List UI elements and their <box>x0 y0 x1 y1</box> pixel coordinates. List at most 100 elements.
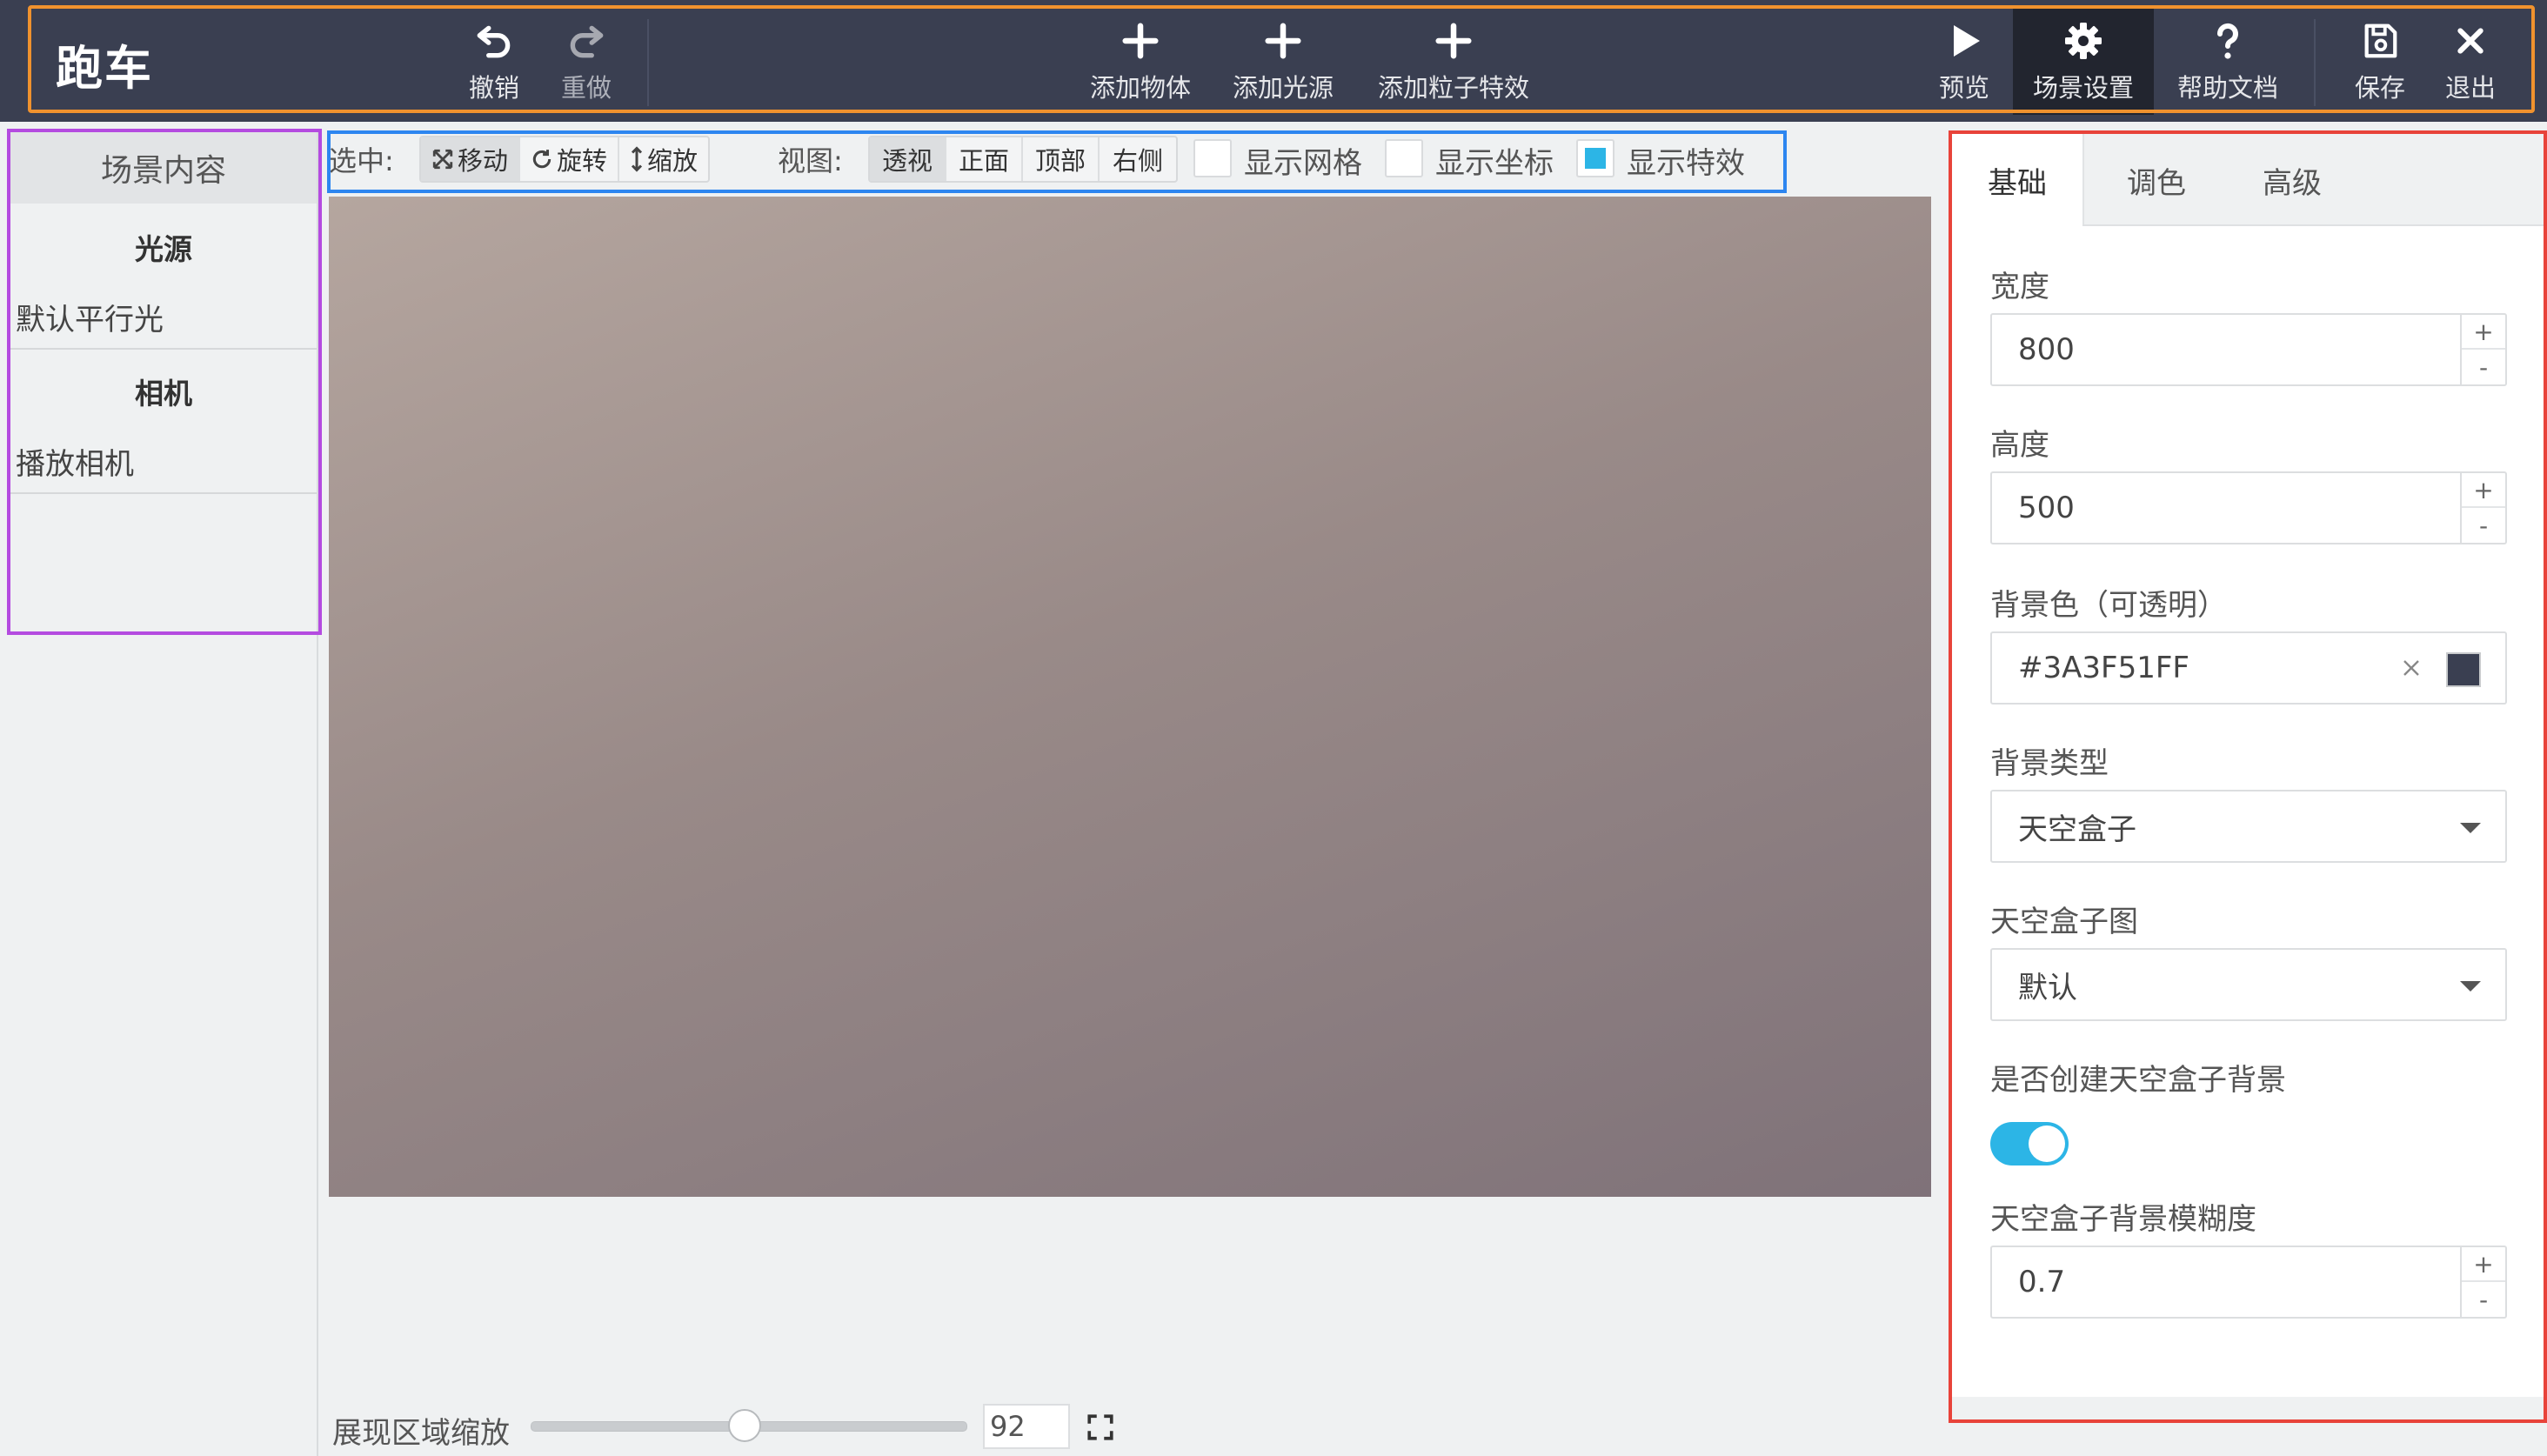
redo-label: 重做 <box>560 73 612 103</box>
width-input[interactable]: 800 + - <box>1990 313 2507 386</box>
bg-type-select[interactable]: 天空盒子 <box>1990 790 2507 863</box>
rotate-mode-label: 旋转 <box>557 146 608 176</box>
group-lights: 光源 <box>135 232 192 266</box>
view-label: 视图: <box>778 144 843 177</box>
bg-color-input[interactable]: #3A3F51FF <box>1990 631 2507 705</box>
skybox-image-value: 默认 <box>2018 970 2077 1005</box>
toolbar-divider <box>647 19 649 106</box>
zoom-label: 展现区域缩放 <box>332 1416 510 1451</box>
plus-icon <box>1265 23 1301 59</box>
color-swatch[interactable] <box>2446 652 2481 687</box>
width-value: 800 <box>2018 332 2075 367</box>
skybox-blur-input[interactable]: 0.7 + - <box>1990 1246 2507 1319</box>
settings-tabs: 基础 调色 高级 <box>1952 134 2544 226</box>
bg-type-label: 背景类型 <box>1990 746 2109 781</box>
save-button[interactable]: 保存 <box>2345 14 2415 110</box>
tab-basic[interactable]: 基础 <box>1952 134 2084 226</box>
toggle-knob <box>2029 1125 2065 1162</box>
show-grid-checkbox[interactable] <box>1193 139 1232 177</box>
app-title: 跑车 <box>56 41 153 96</box>
height-input[interactable]: 500 + - <box>1990 471 2507 544</box>
divider <box>10 348 317 350</box>
zoom-slider-thumb[interactable] <box>728 1409 761 1442</box>
show-effects-label: 显示特效 <box>1627 146 1745 181</box>
play-icon <box>1954 25 1980 57</box>
scene-item-play-camera[interactable]: 播放相机 <box>16 440 311 483</box>
add-object-label: 添加物体 <box>1089 73 1191 103</box>
save-label: 保存 <box>2354 73 2405 103</box>
height-stepper: + - <box>2460 473 2505 543</box>
gear-icon <box>2065 23 2102 59</box>
height-decrement-button[interactable]: - <box>2462 508 2505 543</box>
add-particle-button[interactable]: 添加粒子特效 <box>1371 14 1536 110</box>
add-object-button[interactable]: 添加物体 <box>1084 14 1197 110</box>
question-icon <box>2216 23 2238 59</box>
skybox-blur-label: 天空盒子背景模糊度 <box>1990 1202 2256 1237</box>
exit-button[interactable]: 退出 <box>2436 14 2505 110</box>
width-decrement-button[interactable]: - <box>2462 350 2505 384</box>
toolbar-divider <box>2314 19 2316 106</box>
bg-color-label: 背景色（可透明） <box>1990 588 2227 623</box>
bg-type-value: 天空盒子 <box>2018 811 2136 847</box>
bg-color-value: #3A3F51FF <box>2018 651 2189 685</box>
height-increment-button[interactable]: + <box>2462 473 2505 508</box>
select-mode-label: 选中: <box>329 144 394 177</box>
scene-settings-panel: 基础 调色 高级 宽度 800 + - 高度 500 + - 背景色（可透明） … <box>1952 134 2544 1419</box>
tab-advanced[interactable]: 高级 <box>2227 134 2357 226</box>
preview-label: 预览 <box>1938 73 1989 103</box>
resize-vertical-icon <box>631 146 643 172</box>
close-icon <box>2457 28 2483 54</box>
add-light-button[interactable]: 添加光源 <box>1227 14 1340 110</box>
view-front-button[interactable]: 正面 <box>946 137 1023 181</box>
scene-settings-label: 场景设置 <box>2032 73 2134 103</box>
skybox-blur-value: 0.7 <box>2018 1265 2066 1299</box>
skybox-blur-stepper: + - <box>2460 1247 2505 1317</box>
scene-content-panel: 场景内容 光源 默认平行光 相机 播放相机 <box>0 130 318 1456</box>
clear-color-button[interactable] <box>2397 654 2425 685</box>
help-button[interactable]: 帮助文档 <box>2171 14 2284 110</box>
add-light-label: 添加光源 <box>1232 73 1334 103</box>
rotate-mode-button[interactable]: 旋转 <box>520 137 620 181</box>
scale-mode-button[interactable]: 缩放 <box>619 137 708 181</box>
scene-item-default-light[interactable]: 默认平行光 <box>16 296 311 338</box>
skybox-image-select[interactable]: 默认 <box>1990 948 2507 1021</box>
divider <box>10 492 317 494</box>
zoom-value-input[interactable]: 92 <box>983 1404 1070 1449</box>
redo-button[interactable]: 重做 <box>552 14 621 110</box>
redo-icon <box>570 25 604 58</box>
zoom-value: 92 <box>990 1410 1026 1443</box>
undo-icon <box>477 25 511 58</box>
chevron-down-icon <box>2460 823 2481 833</box>
fullscreen-icon <box>1087 1414 1113 1440</box>
preview-button[interactable]: 预览 <box>1929 14 1999 110</box>
help-label: 帮助文档 <box>2176 73 2278 103</box>
show-axes-checkbox[interactable] <box>1385 139 1423 177</box>
view-right-button[interactable]: 右侧 <box>1100 137 1176 181</box>
transform-mode-group: 移动 旋转 缩放 <box>419 136 711 183</box>
chevron-down-icon <box>2460 981 2481 992</box>
fullscreen-button[interactable] <box>1086 1413 1115 1446</box>
width-increment-button[interactable]: + <box>2462 315 2505 350</box>
view-top-button[interactable]: 顶部 <box>1023 137 1100 181</box>
height-value: 500 <box>2018 491 2075 525</box>
blur-decrement-button[interactable]: - <box>2462 1282 2505 1317</box>
move-mode-button[interactable]: 移动 <box>421 137 521 181</box>
create-skybox-bg-toggle[interactable] <box>1990 1122 2069 1165</box>
save-icon <box>2364 23 2397 58</box>
width-stepper: + - <box>2460 315 2505 384</box>
group-cameras: 相机 <box>135 377 192 411</box>
undo-label: 撤销 <box>468 73 519 103</box>
undo-button[interactable]: 撤销 <box>459 14 529 110</box>
blur-increment-button[interactable]: + <box>2462 1247 2505 1282</box>
move-icon <box>432 149 453 170</box>
scene-settings-button[interactable]: 场景设置 <box>2018 14 2149 110</box>
skybox-image-label: 天空盒子图 <box>1990 905 2138 939</box>
move-mode-label: 移动 <box>458 146 509 176</box>
scene-viewport[interactable] <box>329 197 1931 1197</box>
view-perspective-button[interactable]: 透视 <box>870 137 946 181</box>
plus-icon <box>1435 23 1472 59</box>
clear-icon <box>2403 660 2419 676</box>
tab-color[interactable]: 调色 <box>2091 134 2222 226</box>
show-effects-checkbox[interactable] <box>1576 139 1614 177</box>
scale-mode-label: 缩放 <box>647 146 699 176</box>
